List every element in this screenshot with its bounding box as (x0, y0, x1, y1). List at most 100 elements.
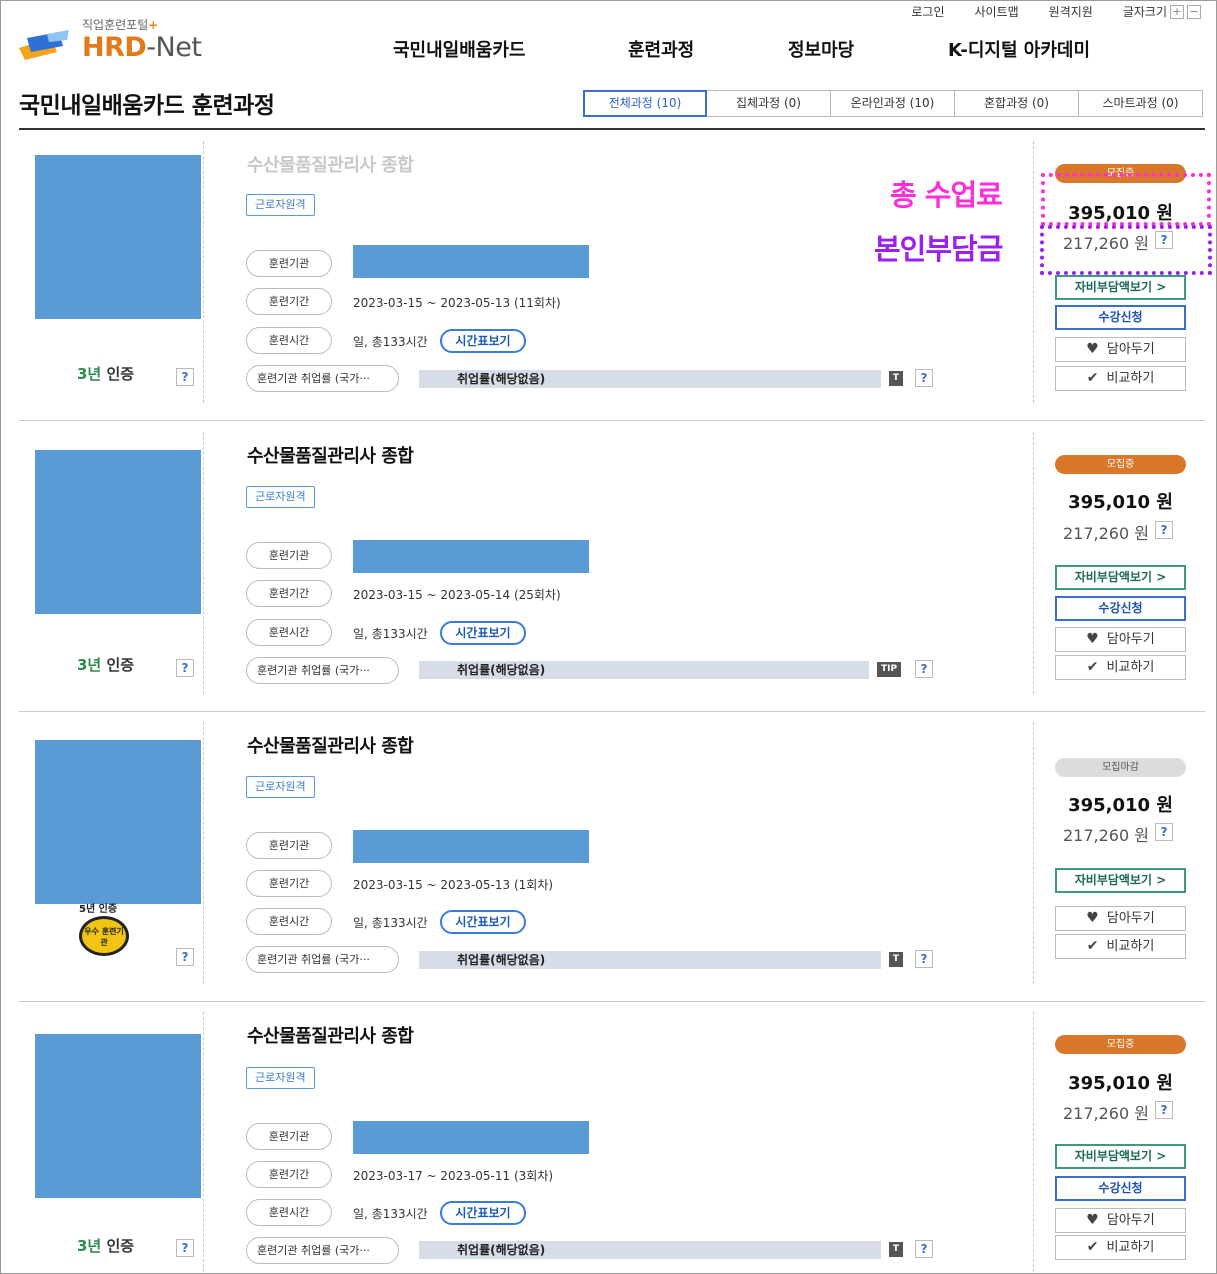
nav-item-k-digital[interactable]: K-디지털 아카데미 (948, 36, 1090, 62)
employment-rate-label[interactable]: 훈련기관 취업률 (국가··· (246, 365, 399, 392)
employment-rate-bar: 취업률(해당없음) (419, 370, 881, 388)
compare-button[interactable]: ✔ 비교하기 (1055, 655, 1186, 680)
sitemap-link[interactable]: 사이트맵 (974, 3, 1018, 20)
timetable-button[interactable]: 시간표보기 (440, 1201, 526, 1225)
help-icon[interactable]: ? (1155, 521, 1173, 539)
heart-icon: ♥ (1086, 1212, 1099, 1228)
tab-blended[interactable]: 혼합과정 (0) (955, 90, 1079, 117)
nav-item-courses[interactable]: 훈련과정 (628, 36, 694, 62)
apply-button[interactable]: 수강신청 (1055, 1176, 1186, 1201)
utility-links: 로그인 사이트맵 원격지원 글자크기 + − (881, 3, 1201, 20)
timetable-button[interactable]: 시간표보기 (440, 621, 526, 645)
help-icon[interactable]: ? (915, 950, 933, 968)
title-divider (19, 128, 1205, 130)
institution-label: 훈련기관 (246, 542, 332, 569)
employment-rate-label[interactable]: 훈련기관 취업률 (국가··· (246, 946, 399, 973)
help-icon[interactable]: ? (915, 660, 933, 678)
course-thumbnail-redacted (35, 1034, 201, 1198)
self-pay-button[interactable]: 자비부담액보기 > (1055, 275, 1186, 300)
tip-icon[interactable]: T (889, 1242, 903, 1257)
divider (203, 722, 204, 984)
institution-label: 훈련기관 (246, 832, 332, 859)
wishlist-button[interactable]: ♥ 담아두기 (1055, 1208, 1186, 1233)
help-icon[interactable]: ? (176, 948, 194, 966)
divider (1033, 141, 1034, 403)
wishlist-button[interactable]: ♥ 담아두기 (1055, 627, 1186, 652)
logo-tagline: 직업훈련포털 (82, 18, 149, 32)
cert5-label: 5년 인증 (79, 904, 118, 915)
course-card: 3년 인증 ? 수산물품질관리사 종합 근로자원격 훈련기관 훈련기간 2023… (19, 131, 1205, 421)
compare-button[interactable]: ✔ 비교하기 (1055, 934, 1186, 959)
nav-item-info[interactable]: 정보마당 (788, 36, 854, 62)
heart-icon: ♥ (1086, 341, 1099, 357)
help-icon[interactable]: ? (915, 1240, 933, 1258)
divider (1033, 1012, 1034, 1272)
heart-icon: ♥ (1086, 631, 1099, 647)
employment-rate-label[interactable]: 훈련기관 취업률 (국가··· (246, 657, 399, 684)
tip-icon[interactable]: TIP (877, 662, 901, 677)
tab-all[interactable]: 전체과정 (10) (583, 90, 707, 117)
tab-smart[interactable]: 스마트과정 (0) (1079, 90, 1203, 117)
course-title[interactable]: 수산물품질관리사 종합 (247, 151, 414, 177)
compare-button[interactable]: ✔ 비교하기 (1055, 1235, 1186, 1260)
divider (1033, 722, 1034, 984)
institution-name-redacted (353, 1121, 589, 1154)
period-label: 훈련기간 (246, 1161, 332, 1188)
wishlist-button[interactable]: ♥ 담아두기 (1055, 906, 1186, 931)
self-pay-button[interactable]: 자비부담액보기 > (1055, 1144, 1186, 1169)
course-title[interactable]: 수산물품질관리사 종합 (247, 1022, 414, 1048)
font-increase-icon[interactable]: + (1170, 4, 1184, 19)
employment-rate-bar: 취업률(해당없음) (419, 1241, 881, 1259)
status-badge: 모집중 (1055, 1035, 1186, 1054)
help-icon[interactable]: ? (176, 368, 194, 386)
period-label: 훈련기간 (246, 580, 332, 607)
employment-rate-bar: 취업률(해당없음) (419, 951, 881, 969)
help-icon[interactable]: ? (1155, 1101, 1173, 1119)
apply-button[interactable]: 수강신청 (1055, 596, 1186, 621)
institution-name-redacted (353, 245, 589, 278)
period-value: 2023-03-15 ~ 2023-05-13 (11회차) (353, 296, 561, 310)
employment-rate-bar: 취업률(해당없음) (419, 661, 869, 679)
hrd-net-logo[interactable]: 직업훈련포털+ HRD-Net (17, 16, 217, 64)
logo-name-net: -Net (146, 32, 202, 63)
logo-name-hrd: HRD (82, 32, 147, 63)
font-decrease-icon[interactable]: − (1187, 4, 1201, 19)
hours-label: 훈련시간 (246, 1199, 332, 1226)
course-title[interactable]: 수산물품질관리사 종합 (247, 732, 414, 758)
tip-icon[interactable]: T (889, 952, 903, 967)
compare-button[interactable]: ✔ 비교하기 (1055, 366, 1186, 391)
status-badge: 모집중 (1055, 455, 1186, 474)
self-pay-button[interactable]: 자비부담액보기 > (1055, 868, 1186, 893)
timetable-button[interactable]: 시간표보기 (440, 910, 526, 934)
course-type-tabs: 전체과정 (10) 집체과정 (0) 온라인과정 (10) 혼합과정 (0) 스… (583, 90, 1203, 117)
timetable-button[interactable]: 시간표보기 (440, 329, 526, 353)
help-icon[interactable]: ? (1155, 823, 1173, 841)
hours-value: 일, 총133시간 (353, 627, 428, 641)
heart-icon: ♥ (1086, 910, 1099, 926)
course-title[interactable]: 수산물품질관리사 종합 (247, 442, 414, 468)
institution-name-redacted (353, 830, 589, 863)
period-value: 2023-03-15 ~ 2023-05-13 (1회차) (353, 878, 554, 892)
tab-online[interactable]: 온라인과정 (10) (831, 90, 955, 117)
help-icon[interactable]: ? (915, 369, 933, 387)
apply-button[interactable]: 수강신청 (1055, 305, 1186, 330)
cert-label: 3년 인증 (77, 656, 135, 674)
tip-icon[interactable]: T (889, 371, 903, 386)
login-link[interactable]: 로그인 (911, 3, 944, 20)
hours-label: 훈련시간 (246, 908, 332, 935)
nav-item-card[interactable]: 국민내일배움카드 (393, 36, 525, 62)
tab-classroom[interactable]: 집체과정 (0) (707, 90, 831, 117)
card-divider (19, 420, 1205, 421)
self-pay-button[interactable]: 자비부담액보기 > (1055, 565, 1186, 590)
annotation-self-pay: 본인부담금 (874, 232, 1003, 266)
help-icon[interactable]: ? (176, 659, 194, 677)
excellent-institution-badge-icon: 우수 훈련기관 (79, 916, 129, 956)
check-icon: ✔ (1086, 1239, 1099, 1255)
remote-support-link[interactable]: 원격지원 (1049, 3, 1093, 20)
employment-rate-label[interactable]: 훈련기관 취업률 (국가··· (246, 1237, 399, 1264)
check-icon: ✔ (1086, 370, 1099, 386)
font-size-label: 글자크기 (1122, 5, 1167, 19)
check-icon: ✔ (1086, 659, 1099, 675)
wishlist-button[interactable]: ♥ 담아두기 (1055, 337, 1186, 362)
help-icon[interactable]: ? (176, 1239, 194, 1257)
